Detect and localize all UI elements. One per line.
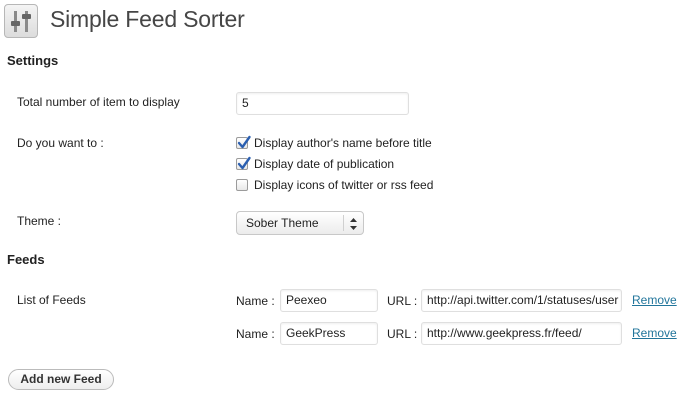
feed-name-label: Name : bbox=[236, 294, 275, 308]
feeds-section-title: Feeds bbox=[7, 252, 45, 267]
total-items-input[interactable]: 5 bbox=[236, 92, 409, 115]
author-name-checkbox[interactable] bbox=[236, 135, 251, 149]
select-divider bbox=[343, 215, 344, 231]
feed-name-input[interactable]: Peexeo bbox=[280, 289, 378, 312]
feed-url-label: URL : bbox=[387, 294, 418, 308]
author-name-label: Display author's name before title bbox=[254, 136, 432, 150]
publication-date-checkbox[interactable] bbox=[236, 156, 251, 170]
feed-url-input[interactable]: http://api.twitter.com/1/statuses/user bbox=[421, 289, 622, 312]
theme-select[interactable]: Sober Theme bbox=[236, 211, 364, 235]
feed-icons-label: Display icons of twitter or rss feed bbox=[254, 178, 434, 192]
feed-list-label: List of Feeds bbox=[17, 293, 86, 307]
options-label: Do you want to : bbox=[17, 136, 104, 150]
theme-label: Theme : bbox=[17, 214, 62, 228]
remove-feed-link[interactable]: Remove bbox=[632, 326, 677, 340]
settings-section-title: Settings bbox=[7, 53, 59, 68]
sliders-icon bbox=[4, 4, 38, 38]
add-feed-button[interactable]: Add new Feed bbox=[8, 369, 114, 390]
total-items-label: Total number of item to display bbox=[17, 95, 180, 109]
publication-date-label: Display date of publication bbox=[254, 157, 395, 171]
page-title: Simple Feed Sorter bbox=[50, 6, 245, 32]
theme-select-value: Sober Theme bbox=[246, 216, 319, 230]
up-down-arrows-icon bbox=[349, 216, 358, 235]
feed-url-label: URL : bbox=[387, 327, 418, 341]
feed-name-label: Name : bbox=[236, 327, 275, 341]
feed-url-input[interactable]: http://www.geekpress.fr/feed/ bbox=[421, 322, 622, 345]
feed-icons-checkbox[interactable] bbox=[236, 179, 248, 191]
feed-name-input[interactable]: GeekPress bbox=[280, 322, 378, 345]
remove-feed-link[interactable]: Remove bbox=[632, 293, 677, 307]
